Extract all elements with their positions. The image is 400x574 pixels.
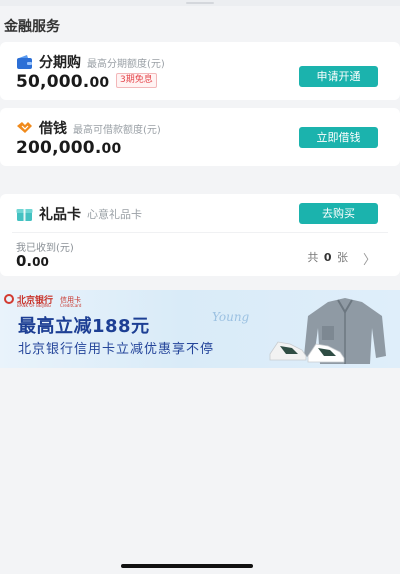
bank-name-en: BANK OF BEIJING bbox=[17, 303, 51, 308]
loan-header: 借钱 最高可借款额度(元) bbox=[16, 118, 161, 138]
borrow-now-button[interactable]: 立即借钱 bbox=[299, 127, 378, 148]
installment-header: 分期购 最高分期额度(元) bbox=[16, 52, 165, 72]
installment-amount: 50,000.00 bbox=[16, 72, 109, 92]
gift-card-desc: 心意礼品卡 bbox=[87, 208, 142, 221]
installment-desc: 最高分期额度(元) bbox=[87, 58, 165, 70]
chevron-right-icon[interactable]: 〉 bbox=[363, 249, 376, 268]
banner-subline: 北京银行信用卡立减优惠享不停 bbox=[18, 342, 215, 357]
count-prefix: 共 bbox=[307, 251, 319, 264]
top-strip bbox=[0, 0, 400, 6]
count-suffix: 张 bbox=[337, 251, 348, 264]
top-tick bbox=[186, 2, 214, 4]
received-amount: 0.00 bbox=[16, 252, 49, 270]
banner-script-text: Young bbox=[212, 310, 250, 324]
gift-card-title: 礼品卡 bbox=[39, 207, 81, 223]
installment-card[interactable]: 分期购 最高分期额度(元) 50,000.00 3期免息 申请开通 bbox=[0, 42, 400, 100]
gift-card-divider bbox=[12, 232, 388, 233]
loan-amount: 200,000.00 bbox=[16, 138, 121, 158]
finance-services-page: 金融服务 分期购 最高分期额度(元) 50,000.00 3期免息 申请开通 借… bbox=[0, 0, 400, 574]
sneakers-image-icon bbox=[269, 341, 345, 363]
loan-amount-cents: 00 bbox=[101, 141, 122, 157]
installment-amount-cents: 00 bbox=[89, 75, 110, 91]
gift-card-header: 礼品卡 心意礼品卡 bbox=[16, 204, 142, 224]
banner-headline: 最高立减188元 bbox=[18, 316, 150, 337]
interest-free-badge: 3期免息 bbox=[116, 73, 157, 88]
wallet-icon bbox=[16, 54, 33, 70]
loan-amount-main: 200,000. bbox=[16, 138, 102, 158]
gift-card-card: 礼品卡 心意礼品卡 去购买 我已收到(元) 0.00 共 0 张 〉 bbox=[0, 194, 400, 276]
loan-card[interactable]: 借钱 最高可借款额度(元) 200,000.00 立即借钱 bbox=[0, 108, 400, 166]
card-label-en: CreditCard bbox=[60, 303, 82, 308]
received-amount-cents: 00 bbox=[32, 255, 49, 269]
bank-logo-icon bbox=[4, 294, 14, 304]
home-indicator[interactable] bbox=[121, 564, 253, 568]
received-amount-main: 0. bbox=[16, 252, 33, 270]
loan-desc: 最高可借款额度(元) bbox=[73, 124, 161, 136]
handshake-icon bbox=[16, 120, 33, 136]
installment-title: 分期购 bbox=[39, 55, 81, 71]
installment-amount-main: 50,000. bbox=[16, 72, 90, 92]
count-value: 0 bbox=[323, 251, 332, 264]
section-title: 金融服务 bbox=[4, 19, 60, 35]
buy-gift-card-button[interactable]: 去购买 bbox=[299, 203, 378, 224]
apply-open-button[interactable]: 申请开通 bbox=[299, 66, 378, 87]
gift-card-count[interactable]: 共 0 张 bbox=[307, 249, 348, 265]
promo-banner[interactable]: 北京银行 BANK OF BEIJING 信用卡 CreditCard 最高立减… bbox=[0, 290, 400, 368]
gift-box-icon bbox=[16, 206, 33, 222]
loan-title: 借钱 bbox=[39, 121, 67, 137]
